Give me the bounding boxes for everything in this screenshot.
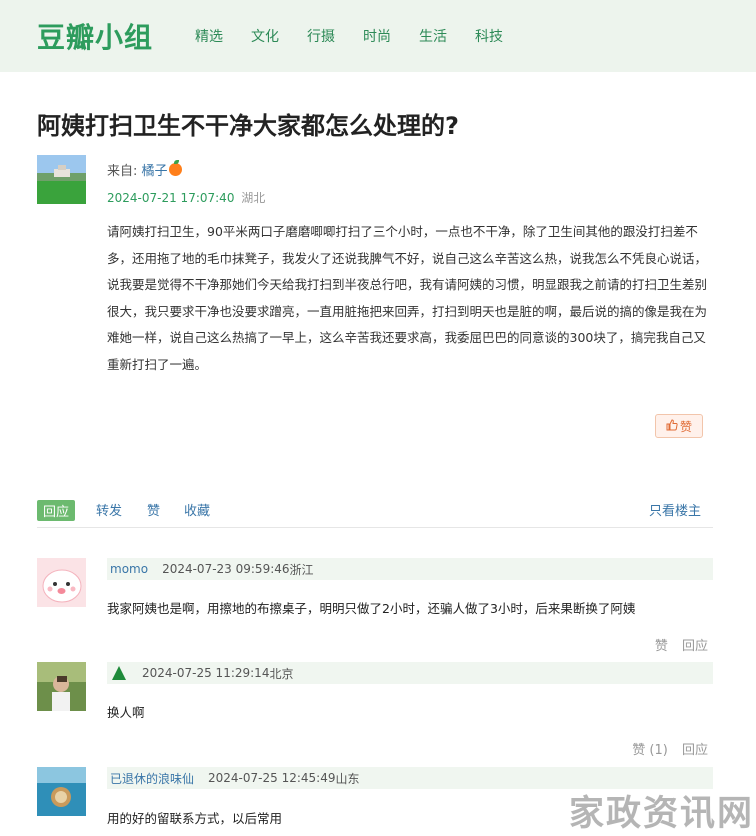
- comment-header: momo 2024-07-23 09:59:46 浙江: [107, 558, 713, 580]
- comment-text: 我家阿姨也是啊，用擦地的布擦桌子，明明只做了2小时，还骗人做了3小时，后来果断换…: [107, 601, 636, 616]
- commenter-name[interactable]: 已退休的浪味仙: [110, 770, 194, 787]
- page-title: 阿姨打扫卫生不干净大家都怎么处理的?: [37, 112, 459, 140]
- post-title-wrap: 阿姨打扫卫生不干净大家都怎么处理的?: [37, 104, 721, 148]
- nav-item-culture[interactable]: 文化: [251, 26, 279, 46]
- watermark: 家政资讯网: [568, 794, 754, 834]
- main-nav: 精选 文化 行摄 时尚 生活 科技: [173, 26, 509, 46]
- commenter-avatar[interactable]: [37, 558, 86, 607]
- like-button[interactable]: 赞: [147, 500, 160, 519]
- commenter-avatar[interactable]: [37, 767, 86, 816]
- comment-like-button[interactable]: 赞 (1): [632, 743, 668, 758]
- comment-location: 浙江: [289, 562, 314, 577]
- post-location: 湖北: [241, 191, 266, 205]
- only-op-button[interactable]: 只看楼主: [649, 500, 701, 519]
- site-logo[interactable]: 豆瓣小组: [37, 16, 153, 56]
- thumbs-up-icon: [666, 418, 678, 434]
- post-body: 请阿姨打扫卫生，90平米两口子磨磨唧唧打扫了三个小时，一点也不干净，除了卫生间其…: [107, 224, 708, 372]
- comment-time: 2024-07-23 09:59:46: [162, 562, 290, 576]
- forward-button[interactable]: 转发: [96, 500, 122, 519]
- comment-reply-button[interactable]: 回应: [682, 639, 708, 654]
- tree-icon: [112, 666, 126, 680]
- post-action-bar: 回应 转发 赞 收藏 只看楼主: [37, 496, 713, 528]
- comment-item: 2024-07-25 11:29:14 北京 换人啊 赞 (1) 回应: [37, 662, 713, 762]
- post-like-button[interactable]: 赞: [655, 414, 703, 438]
- post-meta: 2024-07-21 17:07:40 湖北: [107, 189, 265, 206]
- comment-actions: 赞 (1) 回应: [622, 739, 708, 758]
- reply-button[interactable]: 回应: [37, 500, 76, 521]
- author-name[interactable]: 橘子: [142, 164, 168, 179]
- comment-time: 2024-07-25 11:29:14: [142, 666, 270, 680]
- top-header: 豆瓣小组 精选 文化 行摄 时尚 生活 科技: [0, 0, 756, 72]
- nav-item-fashion[interactable]: 时尚: [363, 26, 391, 46]
- comment-text: 换人啊: [107, 705, 145, 720]
- comment-item: momo 2024-07-23 09:59:46 浙江 我家阿姨也是啊，用擦地的…: [37, 558, 713, 658]
- comment-reply-button[interactable]: 回应: [682, 743, 708, 758]
- comment-like-button[interactable]: 赞: [655, 639, 668, 654]
- comment-actions: 赞 回应: [645, 635, 708, 654]
- comment-location: 山东: [335, 771, 360, 786]
- from-label: 来自:: [107, 164, 138, 179]
- nav-item-tech[interactable]: 科技: [475, 26, 503, 46]
- commenter-name[interactable]: momo: [110, 562, 148, 576]
- commenter-avatar[interactable]: [37, 662, 86, 711]
- post-like-label: 赞: [679, 419, 692, 434]
- comment-time: 2024-07-25 12:45:49: [208, 771, 336, 785]
- orange-icon: [168, 160, 182, 176]
- nav-item-photo-travel[interactable]: 行摄: [307, 26, 335, 46]
- author-avatar[interactable]: [37, 155, 86, 204]
- comment-location: 北京: [269, 666, 294, 681]
- collect-button[interactable]: 收藏: [184, 500, 210, 519]
- comment-text: 用的好的留联系方式，以后常用: [107, 811, 283, 826]
- nav-item-featured[interactable]: 精选: [195, 26, 223, 46]
- post-author-row: 来自: 橘子 2024-07-21 17:07:40 湖北: [37, 155, 721, 215]
- comment-header: 2024-07-25 11:29:14 北京: [107, 662, 713, 684]
- post-time: 2024-07-21 17:07:40: [107, 191, 235, 205]
- post-from-line: 来自: 橘子: [107, 160, 182, 179]
- nav-item-life[interactable]: 生活: [419, 26, 447, 46]
